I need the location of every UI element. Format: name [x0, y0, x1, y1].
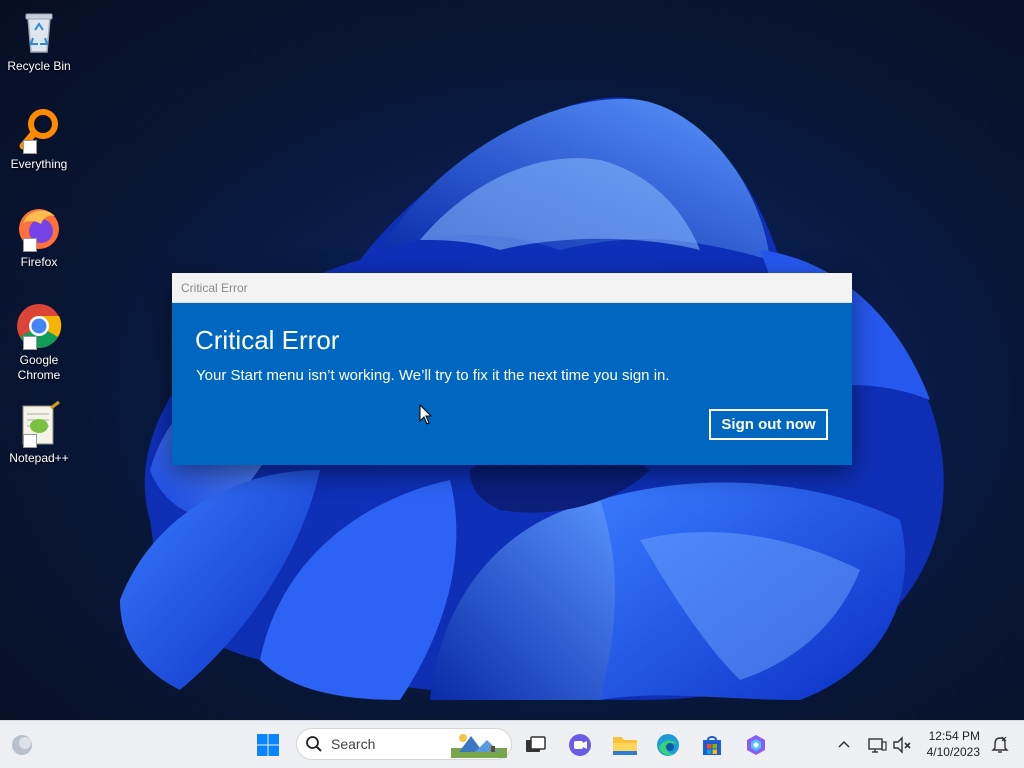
file-explorer-button[interactable]	[609, 729, 641, 761]
shortcut-arrow-icon	[23, 238, 37, 252]
store-icon	[703, 736, 721, 755]
task-view-icon	[526, 736, 546, 752]
desktop-icon-label: Notepad++	[9, 451, 69, 465]
critical-error-dialog: Critical Error Critical Error Your Start…	[172, 273, 852, 465]
desktop-icon-label: Recycle Bin	[7, 59, 71, 73]
edge-button[interactable]	[652, 729, 684, 761]
dialog-body: Critical Error Your Start menu isn’t wor…	[172, 303, 852, 465]
clock[interactable]: 12:54 PM 4/10/2023	[918, 728, 980, 762]
notifications-button[interactable]	[984, 729, 1016, 761]
desktop-icon-label: Google Chrome	[17, 353, 61, 382]
volume-button[interactable]	[886, 729, 918, 761]
dialog-message: Your Start menu isn’t working. We’ll try…	[196, 367, 670, 384]
desktop-icon-notepad-plus-plus[interactable]: Notepad++	[4, 400, 74, 466]
dialog-titlebar: Critical Error	[172, 273, 852, 303]
start-button[interactable]	[252, 729, 284, 761]
desktop-icon-label: Firefox	[20, 255, 58, 269]
weather-icon	[12, 735, 32, 755]
search-icon	[306, 736, 322, 752]
desktop-icon-firefox[interactable]: Firefox	[4, 204, 74, 270]
file-explorer-icon	[613, 737, 637, 755]
dialog-heading: Critical Error	[195, 325, 340, 355]
mouse-pointer-icon	[419, 404, 433, 425]
desktop-icon-label: Everything	[10, 157, 68, 171]
desktop-icon-everything[interactable]: Everything	[4, 106, 74, 172]
taskbar: 12:54 PM 4/10/2023	[0, 720, 1024, 768]
chat-button[interactable]	[564, 729, 596, 761]
chevron-up-icon	[838, 740, 850, 748]
shortcut-arrow-icon	[23, 336, 37, 350]
clock-date: 4/10/2023	[926, 745, 980, 759]
clock-time: 12:54 PM	[928, 729, 980, 743]
task-view-button[interactable]	[519, 729, 551, 761]
desktop-icon-recycle-bin[interactable]: Recycle Bin	[4, 8, 74, 74]
start-icon	[257, 734, 279, 756]
recycle-bin-icon	[25, 13, 53, 53]
show-hidden-icons-button[interactable]	[828, 729, 860, 761]
search-highlight-illustration-icon	[451, 734, 507, 758]
chat-icon	[569, 734, 591, 756]
desktop-icon-google-chrome[interactable]: Google Chrome	[4, 302, 74, 383]
volume-muted-icon	[893, 736, 911, 754]
shortcut-arrow-icon	[23, 140, 37, 154]
taskbar-search-box[interactable]: Search	[296, 728, 512, 760]
copilot-icon	[747, 735, 765, 755]
network-icon	[868, 738, 887, 753]
store-button[interactable]	[696, 729, 728, 761]
shortcut-arrow-icon	[23, 434, 37, 448]
copilot-button[interactable]	[740, 729, 772, 761]
notification-bell-icon	[991, 736, 1009, 753]
sign-out-button[interactable]: Sign out now	[709, 409, 828, 440]
search-placeholder: Search	[331, 736, 376, 752]
edge-icon	[657, 734, 679, 756]
weather-widget-button[interactable]	[6, 729, 38, 761]
